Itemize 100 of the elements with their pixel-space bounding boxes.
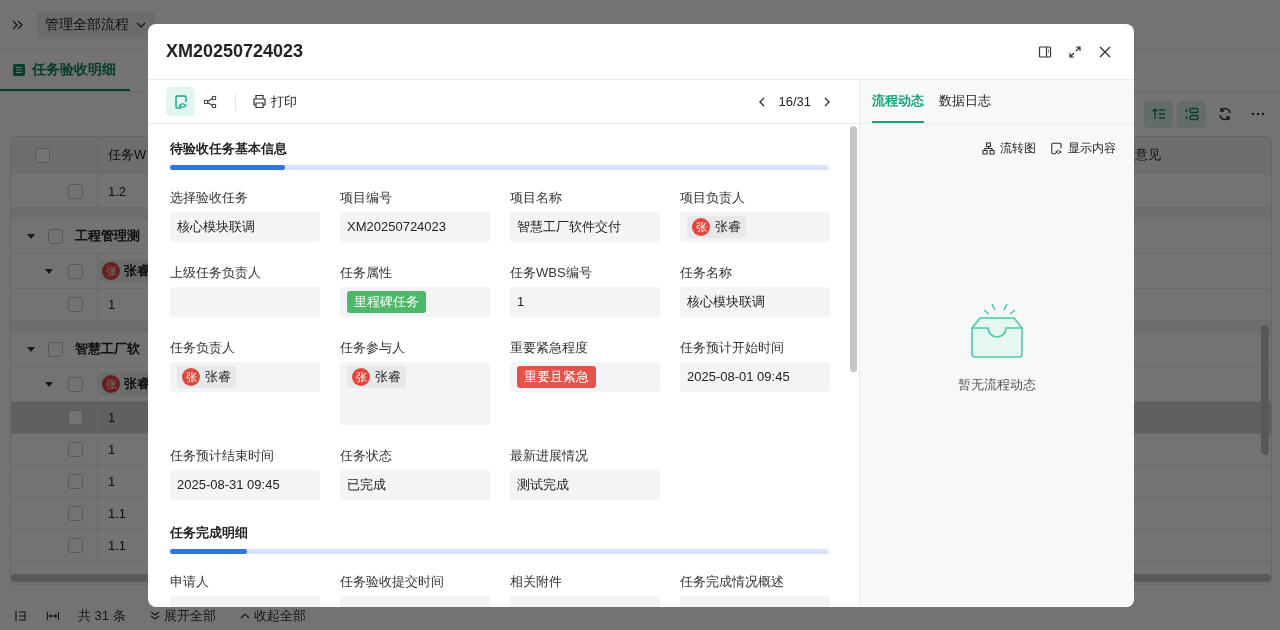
caret-icon[interactable] <box>44 266 54 276</box>
field-label: 任务预计结束时间 <box>170 447 275 465</box>
scrollbar[interactable] <box>850 126 857 372</box>
section-title: 待验收任务基本信息 <box>170 140 288 158</box>
column-icon[interactable] <box>14 608 28 623</box>
refresh-icon <box>1216 106 1233 122</box>
table-cell-text: 1 <box>107 297 117 312</box>
checkbox[interactable] <box>68 442 83 457</box>
table-cell-text: 1.2 <box>107 184 128 199</box>
field-label: 最新进展情况 <box>510 447 589 465</box>
empty-message: 暂无流程动态 <box>958 376 1036 394</box>
field[interactable]: 张 张睿 <box>680 212 830 242</box>
field-label: 任务负责人 <box>170 339 236 357</box>
field[interactable]: 重要且紧急 <box>510 362 660 392</box>
table-icon <box>12 62 26 77</box>
section-title: 任务完成明细 <box>170 524 249 542</box>
checkbox[interactable] <box>68 376 83 392</box>
field-label: 任务状态 <box>340 447 393 465</box>
person-chip: 张 张睿 <box>687 216 746 238</box>
printer-icon <box>252 94 267 109</box>
avatar: 张 <box>352 368 370 386</box>
field[interactable]: 测试完成 <box>510 470 660 500</box>
table-cell-text: 1 <box>107 474 117 489</box>
flow-chart-icon <box>982 142 995 155</box>
field[interactable]: XM20250724023 <box>340 212 490 242</box>
avatar: 张 <box>182 368 200 386</box>
view-icon <box>172 93 189 110</box>
checkbox[interactable] <box>48 341 63 357</box>
field-label: 相关附件 <box>510 573 563 591</box>
tag: 重要且紧急 <box>517 366 596 388</box>
field-label: 项目编号 <box>340 189 393 207</box>
table-cell-text: 1 <box>107 442 117 457</box>
checkbox[interactable] <box>35 147 50 163</box>
caret-icon[interactable] <box>26 231 36 241</box>
field[interactable]: 2025-08-01 09:45 <box>680 362 830 392</box>
dialog-title: XM20250724023 <box>166 41 304 62</box>
flow-chart-button[interactable]: 流转图 <box>982 140 1036 157</box>
tab[interactable]: 数据日志 <box>939 80 991 123</box>
print-button[interactable]: 打印 <box>252 92 297 111</box>
checkbox[interactable] <box>68 506 83 521</box>
person-chip: 张 张睿 <box>177 366 236 388</box>
field[interactable]: 核心模块联调 <box>680 287 830 317</box>
field-label: 项目负责人 <box>680 189 746 207</box>
field-label: 任务名称 <box>680 264 733 282</box>
show-content-button[interactable]: 显示内容 <box>1050 140 1116 157</box>
caret-icon[interactable] <box>44 379 54 389</box>
double-chevron-icon <box>149 610 160 621</box>
view-button[interactable] <box>166 87 195 116</box>
field-label: 申请人 <box>170 573 210 591</box>
person-chip: 张 张睿 <box>347 366 406 388</box>
sort-icon <box>1150 106 1167 122</box>
field-label: 项目名称 <box>510 189 563 207</box>
view-dropdown[interactable]: 管理全部流程 <box>37 10 155 39</box>
expand-all-link[interactable]: 展开全部 <box>149 606 216 625</box>
field[interactable]: 张 张睿 <box>340 362 490 425</box>
checkbox[interactable] <box>68 538 83 553</box>
field[interactable]: 核心模块联调 <box>170 212 320 242</box>
field-label: 任务属性 <box>340 264 393 282</box>
field-label: 选择验收任务 <box>170 189 249 207</box>
field[interactable]: 智慧工厂软件交付 <box>510 212 660 242</box>
tag: 里程碑任务 <box>347 291 426 313</box>
field[interactable]: 已完成 <box>340 470 490 500</box>
caret-icon[interactable] <box>26 344 36 354</box>
fullscreen-icon[interactable] <box>1068 44 1082 59</box>
avatar: 张 <box>102 262 120 280</box>
group-title: 工程管理测 <box>75 227 140 245</box>
checkbox[interactable] <box>68 184 83 199</box>
total-count: 共 31 条 <box>78 606 126 625</box>
close-icon[interactable] <box>1098 44 1112 59</box>
view-icon <box>1050 142 1063 155</box>
table-cell-text: 1.1 <box>107 506 128 521</box>
checkbox[interactable] <box>68 410 83 425</box>
checkbox[interactable] <box>68 263 83 279</box>
avatar: 张 <box>102 375 120 393</box>
panel-icon[interactable] <box>1038 44 1052 59</box>
field[interactable]: 2025-08-31 09:45 <box>170 470 320 500</box>
checkbox[interactable] <box>68 297 83 312</box>
share-icon[interactable] <box>203 94 217 109</box>
field-label: 任务预计开始时间 <box>680 339 785 357</box>
field[interactable]: 张 张睿 <box>170 362 320 392</box>
table-cell-text: 1.1 <box>107 538 128 553</box>
field-label: 重要紧急程度 <box>510 339 589 357</box>
column-header: 任务W <box>107 146 148 164</box>
field-label: 任务验收提交时间 <box>340 573 445 591</box>
group-title: 智慧工厂软 <box>75 340 140 358</box>
list-view-button[interactable] <box>1177 100 1206 128</box>
field-label: 上级任务负责人 <box>170 264 262 282</box>
scrollbar[interactable] <box>1261 325 1269 455</box>
sort-button[interactable] <box>1144 100 1173 128</box>
checkbox[interactable] <box>68 474 83 489</box>
table-cell-text: 1 <box>107 410 117 425</box>
field-label: 任务参与人 <box>340 339 406 357</box>
page-counter: 16/31 <box>778 94 811 109</box>
list-icon <box>1183 106 1200 122</box>
field-label: 任务WBS编号 <box>510 264 593 282</box>
column-header: 意见 <box>1135 146 1162 164</box>
field[interactable]: 1 <box>510 287 660 317</box>
avatar: 张 <box>692 218 710 236</box>
checkbox[interactable] <box>48 228 63 244</box>
field-label: 任务完成情况概述 <box>680 573 785 591</box>
